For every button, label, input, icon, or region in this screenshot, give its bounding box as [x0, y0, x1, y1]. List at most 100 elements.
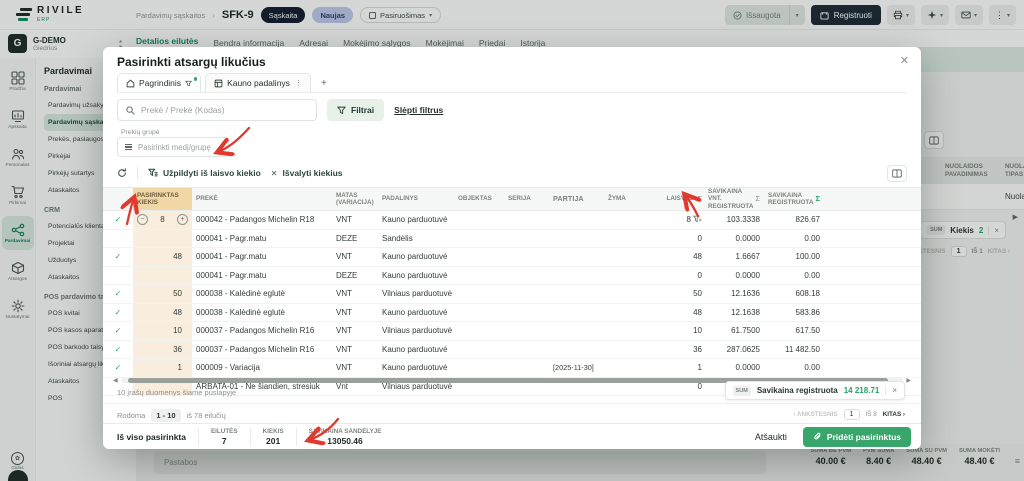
tag-cell — [604, 211, 646, 229]
hide-filters-link[interactable]: Slėpti filtrus — [394, 105, 443, 115]
selected-qty-cell[interactable]: 1 — [133, 359, 192, 377]
tab-menu-icon[interactable]: ⋮ — [295, 79, 302, 87]
selected-qty-cell[interactable]: 10 — [133, 322, 192, 340]
increase-qty-button[interactable]: + — [177, 214, 188, 225]
column-header-prekė[interactable]: PREKĖ — [192, 188, 332, 210]
stock-row[interactable]: ✓48000038 - Kalėdinė eglutėVNTKauno pard… — [103, 304, 921, 323]
sum-chip-savikaina[interactable]: SUM Savikaina registruota 14 218.71 × — [725, 381, 905, 400]
column-header-laisvas[interactable]: LAISVAS Σ — [646, 188, 706, 210]
row-checkbox[interactable]: ✓ — [103, 211, 133, 229]
stock-row[interactable]: ✓50000038 - Kalėdinė eglutėVNTVilniaus p… — [103, 285, 921, 304]
fill-from-free-button[interactable]: Užpildyti iš laisvo kiekio — [148, 168, 261, 178]
clear-quantities-button[interactable]: ✕ Išvalyti kiekius — [271, 168, 343, 178]
column-header-objektas[interactable]: OBJEKTAS — [454, 188, 504, 210]
free-qty-value: 0 — [698, 271, 702, 280]
sum-sigma-icon[interactable]: Σ — [755, 195, 760, 204]
add-selected-button[interactable]: Pridėti pasirinktus — [803, 427, 911, 447]
check-icon: ✓ — [115, 363, 122, 372]
row-checkbox[interactable]: ✓ — [103, 359, 133, 377]
tab-pagrindinis[interactable]: Pagrindinis — [117, 73, 201, 92]
batch-cell — [549, 267, 604, 285]
next-page-button[interactable]: KITAS › — [883, 411, 905, 418]
modal-pagination: ‹ ANKSTESNIS 1 IŠ 8 KITAS › — [793, 409, 905, 420]
filler-cell — [826, 211, 921, 229]
filters-button[interactable]: Filtrai — [327, 99, 384, 121]
page-number-input[interactable]: 1 — [844, 409, 860, 420]
column-header-serija[interactable]: SERIJA — [504, 188, 549, 210]
selected-qty-cell[interactable]: − 8 + — [133, 211, 192, 229]
batch-cell — [549, 322, 604, 340]
qty-value: 8 — [160, 215, 164, 224]
free-qty-cell: 36 — [646, 341, 706, 359]
check-icon: ✓ — [115, 308, 122, 317]
branch-cell: Vilniaus parduotuvė — [378, 322, 454, 340]
column-header-partija[interactable]: PARTIJA — [549, 188, 604, 210]
cancel-button[interactable]: Atšaukti — [755, 432, 787, 442]
stock-row[interactable]: ✓36000037 - Padangos Michelin R16VNTKaun… — [103, 341, 921, 360]
stock-row[interactable]: ✓10000037 - Padangos Michelin R16VNTViln… — [103, 322, 921, 341]
object-cell — [454, 211, 504, 229]
filler-cell — [826, 322, 921, 340]
unit-cost-cell: 103.3338 — [706, 211, 764, 229]
column-label: LAISVAS — [650, 195, 693, 202]
column-header-savikaina-vnt-registruota[interactable]: SAVIKAINA VNT. REGISTRUOTAΣ — [706, 188, 764, 210]
add-tab-button[interactable]: + — [315, 74, 333, 92]
stock-row[interactable]: 000041 - Pagr.matuDEZEKauno parduotuvė00… — [103, 267, 921, 286]
column-header-matas-variacija-[interactable]: MATAS (VARIACIJA) — [332, 188, 378, 210]
free-qty-cell: 1 — [646, 359, 706, 377]
product-search-input[interactable]: Prekė / Prekė (Kodas) — [117, 99, 317, 121]
row-checkbox[interactable]: ✓ — [103, 304, 133, 322]
tag-cell — [604, 230, 646, 248]
stock-row[interactable]: ✓−8+000042 - Padangos Michelin R18VNTKau… — [103, 211, 921, 230]
unit-cost-cell: 1.6667 — [706, 248, 764, 266]
modal-close-button[interactable]: ✕ — [900, 54, 909, 67]
row-checkbox[interactable]: ✓ — [103, 341, 133, 359]
cost-cell: 583.86 — [764, 304, 826, 322]
prev-page-button[interactable]: ‹ ANKSTESNIS — [793, 411, 837, 418]
free-qty-cell: 10 — [646, 322, 706, 340]
stat-value: 201 — [263, 436, 284, 446]
stock-row[interactable]: ✓1000009 - VariacijaVNTKauno parduotuvė[… — [103, 359, 921, 378]
row-checkbox[interactable]: ✓ — [103, 248, 133, 266]
close-icon[interactable]: × — [885, 386, 897, 395]
add-selected-label: Pridėti pasirinktus — [827, 432, 901, 442]
row-checkbox[interactable]: ✓ — [103, 322, 133, 340]
column-header-savikaina-registruota[interactable]: SAVIKAINA REGISTRUOTAΣ — [764, 188, 826, 210]
product-group-input[interactable]: Pasirinkti medį/grupę — [117, 137, 229, 157]
column-header-padalinys[interactable]: PADALINYS — [378, 188, 454, 210]
modal-tabs: Pagrindinis Kauno padalinys ⋮ + — [117, 73, 907, 93]
row-checkbox[interactable] — [103, 230, 133, 248]
sum-sigma-icon[interactable]: Σ — [815, 195, 820, 204]
showing-label: Rodoma — [117, 411, 145, 420]
column-header-žyma[interactable]: ŽYMA — [604, 188, 646, 210]
row-checkbox[interactable] — [103, 267, 133, 285]
stock-row[interactable]: 000041 - Pagr.matuDEZESandėlis00.00000.0… — [103, 230, 921, 249]
free-qty-cell: 0 — [646, 230, 706, 248]
selected-qty-cell[interactable] — [133, 267, 192, 285]
scroll-right-icon[interactable]: ▶ — [906, 377, 911, 384]
stock-row[interactable]: ✓48000041 - Pagr.matuVNTKauno parduotuvė… — [103, 248, 921, 267]
stat-value: 7 — [211, 436, 238, 446]
unit-cost-cell: 0.0000 — [706, 230, 764, 248]
branch-cell: Sandėlis — [378, 230, 454, 248]
selected-qty-cell[interactable] — [133, 230, 192, 248]
free-qty-value: 50 — [693, 289, 702, 298]
row-checkbox[interactable]: ✓ — [103, 285, 133, 303]
tab-kauno-padalinys[interactable]: Kauno padalinys ⋮ — [205, 73, 311, 92]
sum-tag: SUM — [733, 386, 751, 396]
column-label: PREKĖ — [196, 195, 328, 202]
decrease-qty-button[interactable]: − — [137, 214, 148, 225]
selected-qty-cell[interactable]: 48 — [133, 248, 192, 266]
refresh-button[interactable] — [117, 168, 127, 178]
selected-qty-cell[interactable]: 36 — [133, 341, 192, 359]
modal-column-settings-button[interactable] — [887, 165, 907, 182]
selected-qty-cell[interactable]: 48 — [133, 304, 192, 322]
sum-sigma-icon[interactable]: Σ — [697, 195, 702, 204]
column-header-pasirinktas-kiekis[interactable]: PASIRINKTAS KIEKIS — [133, 188, 192, 210]
object-cell — [454, 248, 504, 266]
selected-qty-cell[interactable]: 50 — [133, 285, 192, 303]
filler-cell — [826, 359, 921, 377]
filler-cell — [826, 267, 921, 285]
scroll-left-icon[interactable]: ◀ — [113, 377, 118, 384]
fill-row-icon[interactable] — [693, 215, 702, 224]
